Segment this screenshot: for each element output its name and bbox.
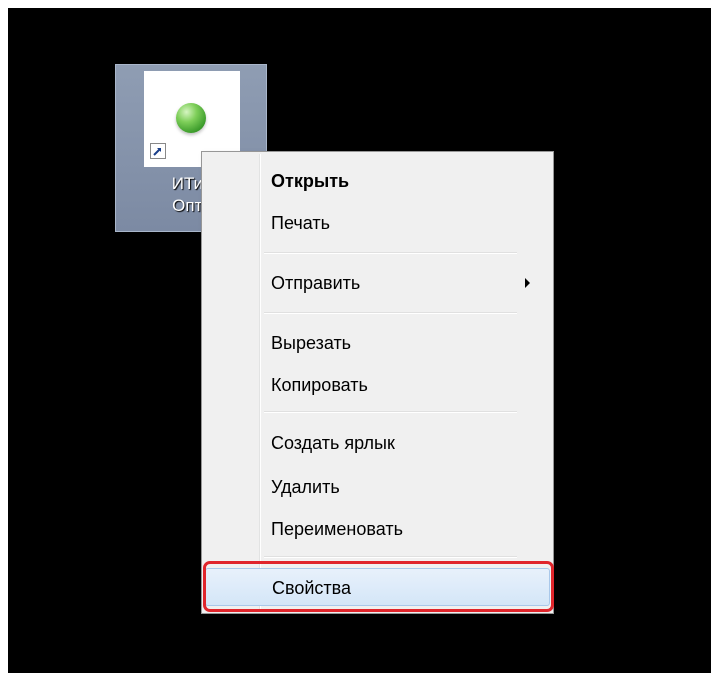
menu-item-label: Отправить [271, 273, 361, 293]
shortcut-arrow-icon [150, 143, 166, 159]
context-menu: Открыть Печать Отправить Вырезать Копиро… [201, 151, 554, 614]
submenu-arrow-icon [525, 278, 530, 288]
menu-item-label: Вырезать [271, 333, 352, 353]
menu-item-label: Открыть [271, 171, 350, 191]
menu-separator [264, 312, 517, 314]
menu-item-label: Создать ярлык [271, 433, 395, 453]
menu-item-label: Свойства [272, 578, 352, 598]
menu-separator [264, 252, 517, 254]
green-globe-icon [176, 103, 206, 133]
menu-item-copy[interactable]: Копировать [205, 368, 550, 402]
menu-item-label: Удалить [271, 477, 340, 497]
menu-item-label: Копировать [271, 375, 368, 395]
menu-item-send-to[interactable]: Отправить [205, 266, 550, 300]
menu-item-print[interactable]: Печать [205, 206, 550, 240]
menu-item-label: Переименовать [271, 519, 403, 539]
menu-item-cut[interactable]: Вырезать [205, 326, 550, 360]
menu-item-label: Печать [271, 213, 330, 233]
menu-item-rename[interactable]: Переименовать [205, 512, 550, 546]
menu-item-delete[interactable]: Удалить [205, 470, 550, 504]
menu-item-properties[interactable]: Свойства [205, 568, 550, 606]
menu-separator [264, 556, 517, 558]
menu-item-open[interactable]: Открыть [205, 164, 550, 198]
menu-item-create-shortcut[interactable]: Создать ярлык [205, 426, 550, 460]
menu-separator [264, 411, 517, 413]
